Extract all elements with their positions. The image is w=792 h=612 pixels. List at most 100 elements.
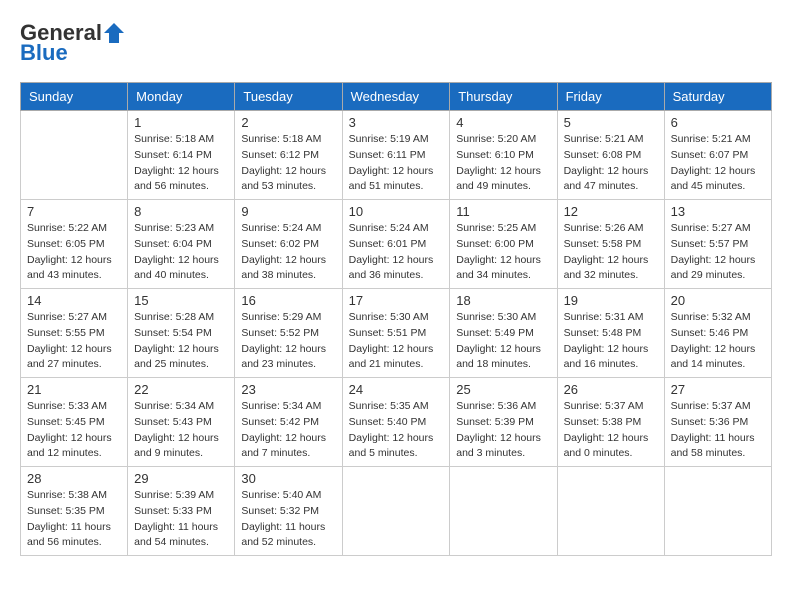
calendar-cell: 30 Sunrise: 5:40 AMSunset: 5:32 PMDayligh… xyxy=(235,467,342,556)
day-info: Sunrise: 5:27 AMSunset: 5:57 PMDaylight:… xyxy=(671,221,765,284)
day-info: Sunrise: 5:18 AMSunset: 6:12 PMDaylight:… xyxy=(241,132,335,195)
day-number: 26 xyxy=(564,382,658,397)
day-number: 2 xyxy=(241,115,335,130)
logo-icon xyxy=(103,22,125,44)
day-number: 5 xyxy=(564,115,658,130)
day-info: Sunrise: 5:21 AMSunset: 6:08 PMDaylight:… xyxy=(564,132,658,195)
calendar-week-row: 21 Sunrise: 5:33 AMSunset: 5:45 PMDayligh… xyxy=(21,378,772,467)
day-info: Sunrise: 5:31 AMSunset: 5:48 PMDaylight:… xyxy=(564,310,658,373)
calendar-cell: 3Sunrise: 5:19 AMSunset: 6:11 PMDaylight… xyxy=(342,111,450,200)
calendar-cell: 19Sunrise: 5:31 AMSunset: 5:48 PMDayligh… xyxy=(557,289,664,378)
column-header-friday: Friday xyxy=(557,83,664,111)
calendar-cell: 26 Sunrise: 5:37 AMSunset: 5:38 PMDayligh… xyxy=(557,378,664,467)
calendar-week-row: 28 Sunrise: 5:38 AMSunset: 5:35 PMDayligh… xyxy=(21,467,772,556)
column-header-sunday: Sunday xyxy=(21,83,128,111)
calendar-cell: 21 Sunrise: 5:33 AMSunset: 5:45 PMDayligh… xyxy=(21,378,128,467)
calendar-cell: 8 Sunrise: 5:23 AMSunset: 6:04 PMDaylight… xyxy=(128,200,235,289)
day-info: Sunrise: 5:26 AMSunset: 5:58 PMDaylight:… xyxy=(564,221,658,284)
day-number: 18 xyxy=(456,293,550,308)
calendar-cell: 15Sunrise: 5:28 AMSunset: 5:54 PMDayligh… xyxy=(128,289,235,378)
calendar-cell xyxy=(557,467,664,556)
day-info: Sunrise: 5:29 AMSunset: 5:52 PMDaylight:… xyxy=(241,310,335,373)
day-number: 13 xyxy=(671,204,765,219)
calendar-cell xyxy=(450,467,557,556)
calendar-cell: 24 Sunrise: 5:35 AMSunset: 5:40 PMDayligh… xyxy=(342,378,450,467)
day-info: Sunrise: 5:22 AMSunset: 6:05 PMDaylight:… xyxy=(27,221,121,284)
day-info: Sunrise: 5:40 AMSunset: 5:32 PMDaylight:… xyxy=(241,488,335,551)
calendar-cell xyxy=(21,111,128,200)
calendar-week-row: 14 Sunrise: 5:27 AMSunset: 5:55 PMDayligh… xyxy=(21,289,772,378)
column-header-saturday: Saturday xyxy=(664,83,771,111)
day-info: Sunrise: 5:27 AMSunset: 5:55 PMDaylight:… xyxy=(27,310,121,373)
day-info: Sunrise: 5:20 AMSunset: 6:10 PMDaylight:… xyxy=(456,132,550,195)
day-number: 16 xyxy=(241,293,335,308)
calendar-cell: 18 Sunrise: 5:30 AMSunset: 5:49 PMDayligh… xyxy=(450,289,557,378)
calendar-cell: 2 Sunrise: 5:18 AMSunset: 6:12 PMDaylight… xyxy=(235,111,342,200)
calendar-cell: 22Sunrise: 5:34 AMSunset: 5:43 PMDayligh… xyxy=(128,378,235,467)
day-number: 14 xyxy=(27,293,121,308)
calendar-cell: 1 Sunrise: 5:18 AMSunset: 6:14 PMDaylight… xyxy=(128,111,235,200)
day-number: 29 xyxy=(134,471,228,486)
calendar-cell: 11 Sunrise: 5:25 AMSunset: 6:00 PMDayligh… xyxy=(450,200,557,289)
logo: General Blue xyxy=(20,20,125,66)
day-number: 6 xyxy=(671,115,765,130)
day-number: 17 xyxy=(349,293,444,308)
calendar-cell: 6Sunrise: 5:21 AMSunset: 6:07 PMDaylight… xyxy=(664,111,771,200)
day-info: Sunrise: 5:36 AMSunset: 5:39 PMDaylight:… xyxy=(456,399,550,462)
day-info: Sunrise: 5:39 AMSunset: 5:33 PMDaylight:… xyxy=(134,488,228,551)
column-header-wednesday: Wednesday xyxy=(342,83,450,111)
day-number: 12 xyxy=(564,204,658,219)
calendar-header-row: SundayMondayTuesdayWednesdayThursdayFrid… xyxy=(21,83,772,111)
day-info: Sunrise: 5:35 AMSunset: 5:40 PMDaylight:… xyxy=(349,399,444,462)
day-number: 11 xyxy=(456,204,550,219)
calendar-cell: 13 Sunrise: 5:27 AMSunset: 5:57 PMDayligh… xyxy=(664,200,771,289)
day-info: Sunrise: 5:33 AMSunset: 5:45 PMDaylight:… xyxy=(27,399,121,462)
day-number: 9 xyxy=(241,204,335,219)
calendar-cell: 12 Sunrise: 5:26 AMSunset: 5:58 PMDayligh… xyxy=(557,200,664,289)
day-number: 22 xyxy=(134,382,228,397)
day-number: 8 xyxy=(134,204,228,219)
page-header: General Blue xyxy=(20,20,772,66)
day-number: 7 xyxy=(27,204,121,219)
calendar-cell: 9 Sunrise: 5:24 AMSunset: 6:02 PMDaylight… xyxy=(235,200,342,289)
day-number: 3 xyxy=(349,115,444,130)
day-info: Sunrise: 5:24 AMSunset: 6:01 PMDaylight:… xyxy=(349,221,444,284)
calendar-cell: 28 Sunrise: 5:38 AMSunset: 5:35 PMDayligh… xyxy=(21,467,128,556)
calendar-week-row: 1 Sunrise: 5:18 AMSunset: 6:14 PMDaylight… xyxy=(21,111,772,200)
day-number: 27 xyxy=(671,382,765,397)
calendar-cell: 5 Sunrise: 5:21 AMSunset: 6:08 PMDaylight… xyxy=(557,111,664,200)
day-number: 4 xyxy=(456,115,550,130)
calendar-cell: 23 Sunrise: 5:34 AMSunset: 5:42 PMDayligh… xyxy=(235,378,342,467)
calendar-cell: 20 Sunrise: 5:32 AMSunset: 5:46 PMDayligh… xyxy=(664,289,771,378)
day-info: Sunrise: 5:30 AMSunset: 5:49 PMDaylight:… xyxy=(456,310,550,373)
day-number: 21 xyxy=(27,382,121,397)
calendar-cell: 14 Sunrise: 5:27 AMSunset: 5:55 PMDayligh… xyxy=(21,289,128,378)
day-info: Sunrise: 5:23 AMSunset: 6:04 PMDaylight:… xyxy=(134,221,228,284)
calendar-cell xyxy=(342,467,450,556)
day-number: 20 xyxy=(671,293,765,308)
day-number: 28 xyxy=(27,471,121,486)
day-info: Sunrise: 5:34 AMSunset: 5:42 PMDaylight:… xyxy=(241,399,335,462)
day-number: 1 xyxy=(134,115,228,130)
day-info: Sunrise: 5:37 AMSunset: 5:36 PMDaylight:… xyxy=(671,399,765,462)
logo-blue-text: Blue xyxy=(20,40,68,65)
day-number: 25 xyxy=(456,382,550,397)
day-info: Sunrise: 5:28 AMSunset: 5:54 PMDaylight:… xyxy=(134,310,228,373)
day-number: 10 xyxy=(349,204,444,219)
day-number: 24 xyxy=(349,382,444,397)
day-info: Sunrise: 5:32 AMSunset: 5:46 PMDaylight:… xyxy=(671,310,765,373)
day-number: 30 xyxy=(241,471,335,486)
column-header-monday: Monday xyxy=(128,83,235,111)
calendar-cell: 29 Sunrise: 5:39 AMSunset: 5:33 PMDayligh… xyxy=(128,467,235,556)
day-info: Sunrise: 5:38 AMSunset: 5:35 PMDaylight:… xyxy=(27,488,121,551)
day-info: Sunrise: 5:37 AMSunset: 5:38 PMDaylight:… xyxy=(564,399,658,462)
calendar-table: SundayMondayTuesdayWednesdayThursdayFrid… xyxy=(20,82,772,556)
day-info: Sunrise: 5:24 AMSunset: 6:02 PMDaylight:… xyxy=(241,221,335,284)
calendar-cell: 25 Sunrise: 5:36 AMSunset: 5:39 PMDayligh… xyxy=(450,378,557,467)
calendar-cell: 27 Sunrise: 5:37 AMSunset: 5:36 PMDayligh… xyxy=(664,378,771,467)
day-number: 23 xyxy=(241,382,335,397)
day-info: Sunrise: 5:25 AMSunset: 6:00 PMDaylight:… xyxy=(456,221,550,284)
calendar-week-row: 7 Sunrise: 5:22 AMSunset: 6:05 PMDaylight… xyxy=(21,200,772,289)
day-info: Sunrise: 5:18 AMSunset: 6:14 PMDaylight:… xyxy=(134,132,228,195)
calendar-cell: 10 Sunrise: 5:24 AMSunset: 6:01 PMDayligh… xyxy=(342,200,450,289)
